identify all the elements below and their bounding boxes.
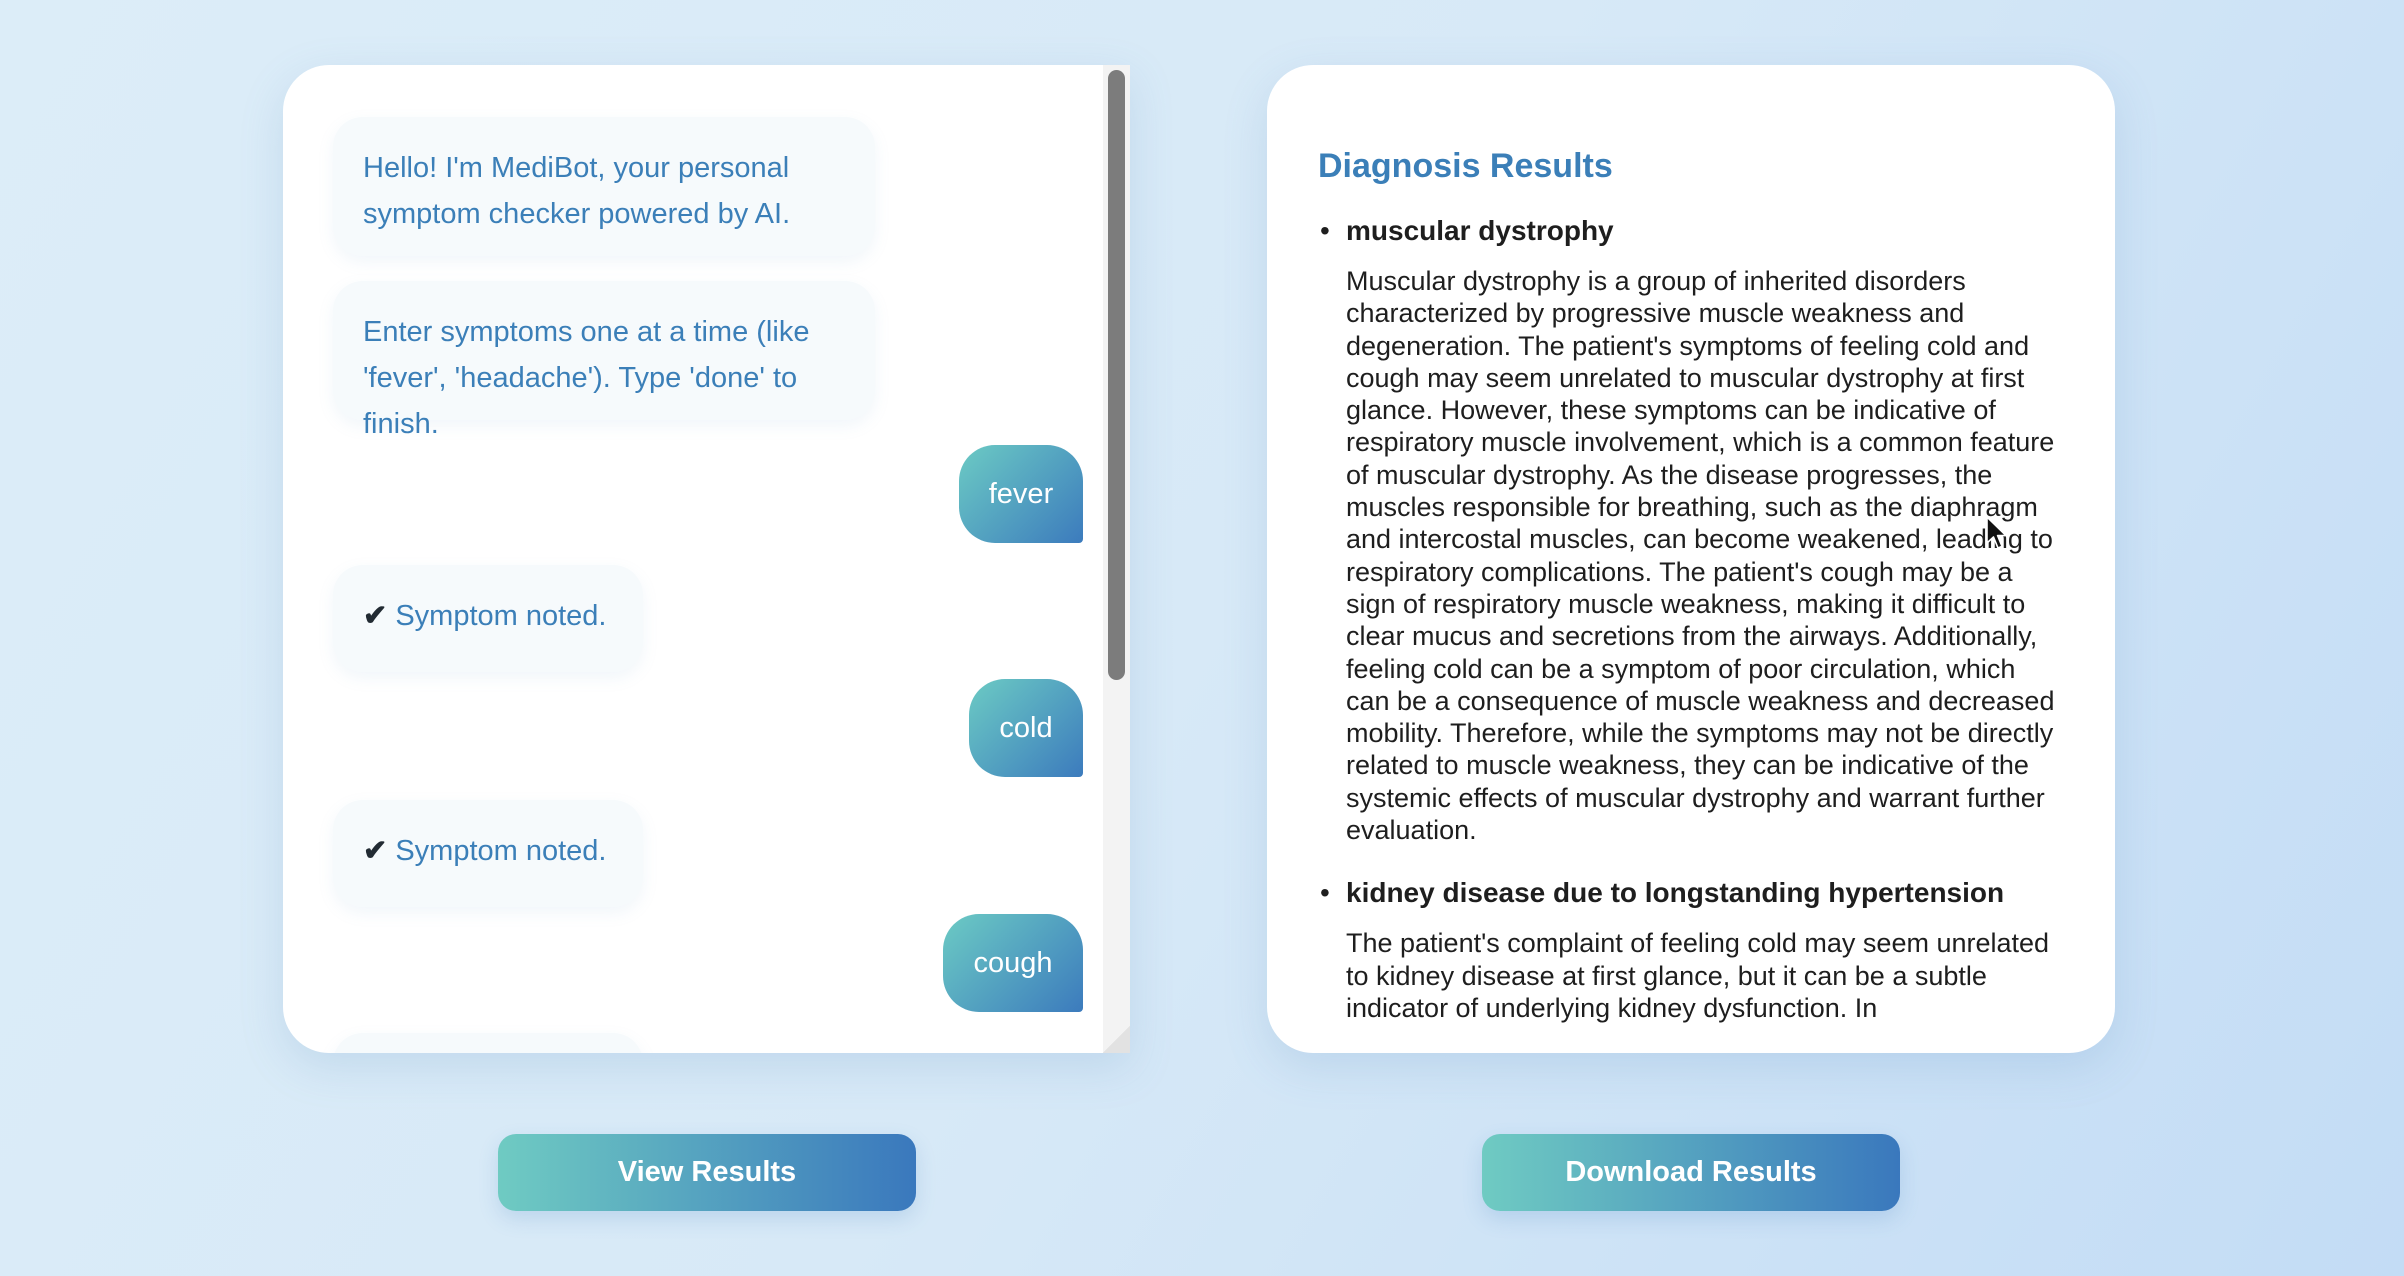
bot-message-text: Enter symptoms one at a time (like 'feve… bbox=[363, 316, 810, 440]
result-disease-name: muscular dystrophy bbox=[1346, 215, 1614, 246]
result-description: The patient's complaint of feeling cold … bbox=[1346, 928, 2050, 1023]
view-results-button[interactable]: View Results bbox=[498, 1134, 916, 1211]
mouse-cursor-icon bbox=[1986, 516, 2007, 549]
bot-message-text: Symptom noted. bbox=[395, 835, 607, 867]
bot-message-text: Symptom noted. bbox=[395, 600, 607, 632]
checkmark-icon: ✔ bbox=[363, 600, 388, 632]
checkmark-icon: ✔ bbox=[363, 835, 388, 867]
bot-message: ✔ Symptom noted. bbox=[333, 565, 643, 672]
result-description: Muscular dystrophy is a group of inherit… bbox=[1346, 266, 2055, 846]
bot-message: ✔ Symptom noted. bbox=[333, 800, 643, 907]
resize-handle-icon[interactable] bbox=[1103, 1026, 1130, 1053]
user-message-text: fever bbox=[988, 477, 1054, 510]
results-title: Diagnosis Results bbox=[1318, 147, 1613, 185]
user-message: cold bbox=[969, 679, 1083, 777]
results-panel: Diagnosis Results muscular dystrophy Mus… bbox=[1267, 65, 2115, 1053]
user-message-text: cold bbox=[999, 711, 1053, 744]
bot-message: Enter symptoms one at a time (like 'feve… bbox=[333, 281, 875, 440]
bot-message: Hello! I'm MediBot, your personal sympto… bbox=[333, 117, 875, 256]
chat-scrollbar-thumb[interactable] bbox=[1108, 70, 1125, 680]
user-message: fever bbox=[959, 445, 1083, 543]
chat-messages[interactable]: Hello! I'm MediBot, your personal sympto… bbox=[283, 65, 1103, 1053]
user-message-text: cough bbox=[973, 946, 1053, 979]
bot-message-partial bbox=[333, 1033, 643, 1053]
chat-scrollbar[interactable] bbox=[1103, 65, 1130, 1053]
download-results-button[interactable]: Download Results bbox=[1482, 1134, 1900, 1211]
result-disease-name: kidney disease due to longstanding hyper… bbox=[1346, 877, 2005, 909]
chat-panel: Hello! I'm MediBot, your personal sympto… bbox=[283, 65, 1130, 1053]
results-list: muscular dystrophy Muscular dystrophy is… bbox=[1267, 210, 2115, 1050]
bot-message-text: Hello! I'm MediBot, your personal sympto… bbox=[363, 152, 791, 230]
result-item: kidney disease due to longstanding hyper… bbox=[1267, 872, 2115, 1024]
user-message: cough bbox=[943, 914, 1083, 1012]
